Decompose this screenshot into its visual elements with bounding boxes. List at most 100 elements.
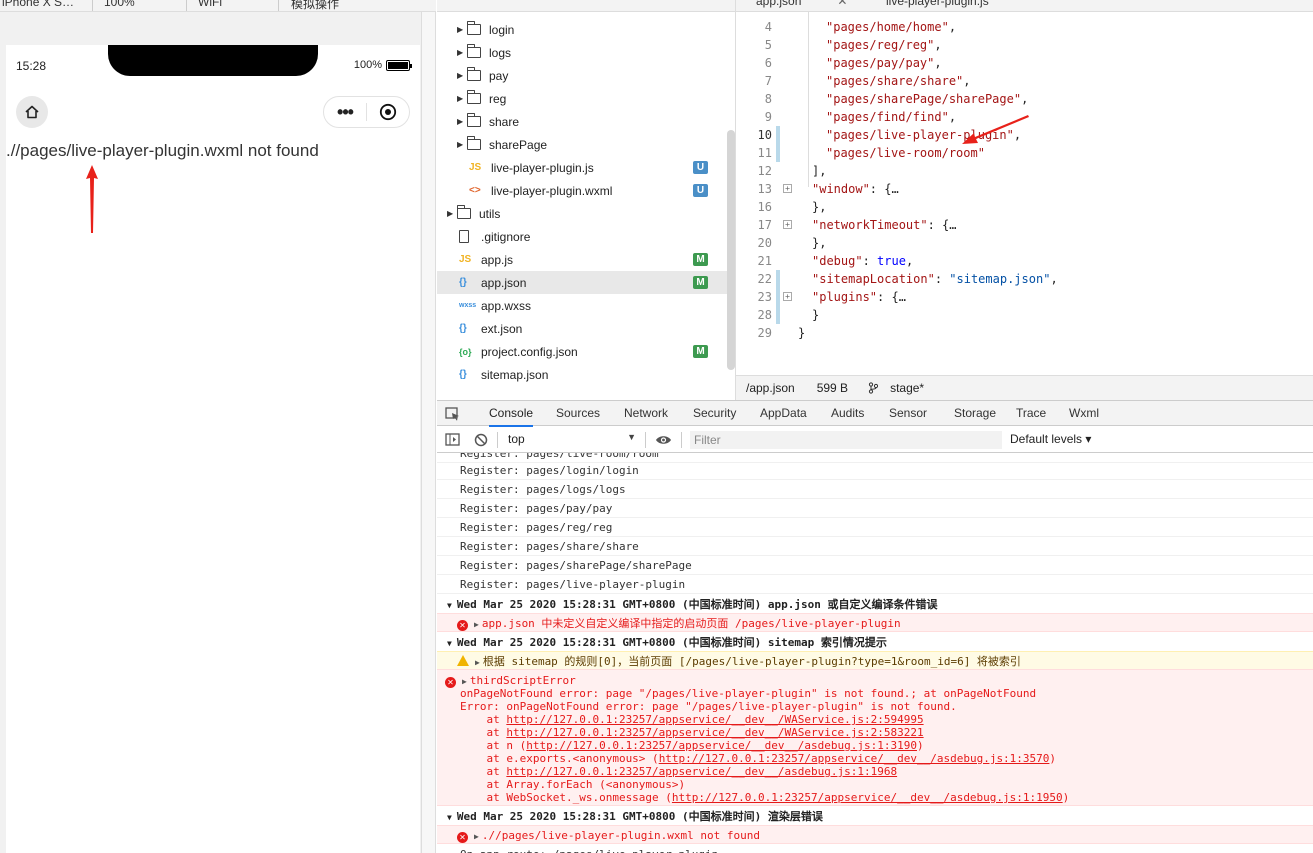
- tree-item-reg[interactable]: ▶ reg: [437, 87, 727, 110]
- console-output[interactable]: Register: pages/live-room/room Register:…: [437, 453, 1313, 853]
- expand-caret-icon[interactable]: ▶: [457, 25, 467, 34]
- tree-item-login[interactable]: ▶ login: [437, 18, 727, 41]
- code-line[interactable]: 23 + "plugins": {…: [736, 288, 1313, 306]
- code-line[interactable]: 5 "pages/reg/reg",: [736, 36, 1313, 54]
- git-status-badge: U: [693, 161, 708, 174]
- context-value: top: [508, 432, 525, 446]
- home-button[interactable]: [16, 96, 48, 128]
- stack-trace-line[interactable]: at http://127.0.0.1:23257/appservice/__d…: [460, 726, 1313, 739]
- wxss-file-icon: wxss: [459, 302, 477, 309]
- expand-caret-icon[interactable]: ▶: [457, 71, 467, 80]
- sidebar-toggle-icon[interactable]: [445, 433, 460, 446]
- close-tab-icon[interactable]: ✕: [837, 0, 847, 8]
- tree-item-project-config-json[interactable]: {o} project.config.json M: [437, 340, 727, 363]
- stack-trace-line[interactable]: at Array.forEach (<anonymous>): [460, 778, 1313, 791]
- device-select[interactable]: iPhone X S…: [2, 0, 74, 9]
- code-editor[interactable]: app.json ✕ live-player-plugin.js 4 "pages/…: [736, 0, 1313, 375]
- console-group-header[interactable]: ▼ Wed Mar 25 2020 15:28:31 GMT+0800 (中国标准…: [437, 807, 1313, 826]
- code-line[interactable]: 17 + "networkTimeout": {…: [736, 216, 1313, 234]
- tab-app-json[interactable]: app.json ✕: [756, 0, 847, 8]
- tab-audits[interactable]: Audits: [831, 401, 864, 427]
- stack-trace-line[interactable]: at http://127.0.0.1:23257/appservice/__d…: [460, 713, 1313, 726]
- code-line[interactable]: 8 "pages/sharePage/sharePage",: [736, 90, 1313, 108]
- close-mini-program-button[interactable]: [367, 103, 409, 121]
- code-line[interactable]: 13 + "window": {…: [736, 180, 1313, 198]
- console-log-line: Register: pages/live-player-plugin: [437, 575, 1313, 594]
- tree-item-label: live-player-plugin.js: [491, 160, 594, 175]
- tab-storage[interactable]: Storage: [954, 401, 996, 427]
- fold-toggle-icon[interactable]: +: [783, 220, 792, 229]
- tab-wxml[interactable]: Wxml: [1069, 401, 1099, 427]
- tree-item-utils[interactable]: ▶ utils: [437, 202, 727, 225]
- log-levels-select[interactable]: Default levels ▾: [1010, 432, 1091, 446]
- tree-item-app-json[interactable]: {} app.json M: [437, 271, 727, 294]
- tree-item-gitignore[interactable]: .gitignore: [437, 225, 727, 248]
- tree-item-sitemap-json[interactable]: {} sitemap.json: [437, 363, 727, 386]
- panel-splitter[interactable]: [421, 12, 436, 853]
- file-explorer-scrollbar[interactable]: [727, 130, 735, 370]
- code-text: "pages/sharePage/sharePage",: [826, 92, 1029, 106]
- tab-live-player-plugin-js[interactable]: live-player-plugin.js: [886, 0, 989, 8]
- tree-item-app-wxss[interactable]: wxss app.wxss: [437, 294, 727, 317]
- console-group-header[interactable]: ▼ Wed Mar 25 2020 15:28:31 GMT+0800 (中国标准…: [437, 633, 1313, 652]
- expand-caret-icon[interactable]: ▶: [457, 117, 467, 126]
- fold-toggle-icon[interactable]: +: [783, 292, 792, 301]
- code-line[interactable]: 22 "sitemapLocation": "sitemap.json",: [736, 270, 1313, 288]
- tab-appdata[interactable]: AppData: [760, 401, 807, 427]
- code-line[interactable]: 21 "debug": true,: [736, 252, 1313, 270]
- tab-security[interactable]: Security: [693, 401, 736, 427]
- tree-item-logs[interactable]: ▶ logs: [437, 41, 727, 64]
- tree-item-share[interactable]: ▶ share: [437, 110, 727, 133]
- console-log-line: On app route: /pages/live-player-plugin: [437, 845, 1313, 853]
- tree-item-label: login: [489, 22, 515, 37]
- phone-screen[interactable]: 15:28 100% ••• .//pages/live-player-plug…: [6, 45, 420, 853]
- tree-item-live-player-plugin-wxml[interactable]: <> live-player-plugin.wxml U: [437, 179, 727, 202]
- tree-item-pay[interactable]: ▶ pay: [437, 64, 727, 87]
- tree-item-sharepage[interactable]: ▶ sharePage: [437, 133, 727, 156]
- expand-caret-icon[interactable]: ▶: [457, 140, 467, 149]
- console-group-header[interactable]: ▼ Wed Mar 25 2020 15:28:31 GMT+0800 (中国标准…: [437, 595, 1313, 614]
- code-line[interactable]: 4 "pages/home/home",: [736, 18, 1313, 36]
- console-error-line[interactable]: ✕ ▶ app.json 中未定义自定义编译中指定的启动页面 /pages/live…: [437, 613, 1313, 632]
- json-file-icon: {}: [459, 369, 467, 380]
- code-line[interactable]: 12],: [736, 162, 1313, 180]
- tab-sources[interactable]: Sources: [556, 401, 600, 427]
- stack-trace-line[interactable]: at WebSocket._ws.onmessage (http://127.0…: [460, 791, 1313, 804]
- console-error-line[interactable]: ✕ ▶ .//pages/live-player-plugin.wxml not f…: [437, 825, 1313, 844]
- code-line[interactable]: 29}: [736, 324, 1313, 342]
- tab-sensor[interactable]: Sensor: [889, 401, 927, 427]
- folder-icon: [467, 113, 481, 127]
- console-warning-line[interactable]: ▶ 根据 sitemap 的规则[0]，当前页面 [/pages/live-pla…: [437, 651, 1313, 670]
- tree-item-label: .gitignore: [481, 229, 531, 244]
- more-button[interactable]: •••: [324, 97, 366, 127]
- tab-trace[interactable]: Trace: [1016, 401, 1046, 427]
- context-select[interactable]: top ▼: [508, 432, 636, 448]
- clear-console-icon[interactable]: [474, 433, 488, 447]
- code-line[interactable]: 20},: [736, 234, 1313, 252]
- code-line[interactable]: 16},: [736, 198, 1313, 216]
- filter-input[interactable]: [690, 431, 1002, 449]
- expand-caret-icon[interactable]: ▶: [447, 209, 457, 218]
- inspect-element-icon[interactable]: [445, 407, 460, 421]
- tab-network[interactable]: Network: [624, 401, 668, 427]
- expand-caret-icon[interactable]: ▶: [457, 48, 467, 57]
- eye-icon[interactable]: [655, 434, 672, 446]
- code-line[interactable]: 28}: [736, 306, 1313, 324]
- code-line[interactable]: 7 "pages/share/share",: [736, 72, 1313, 90]
- expand-caret-icon[interactable]: ▶: [457, 94, 467, 103]
- third-script-error-title[interactable]: ✕ ▶ thirdScriptError: [445, 674, 1313, 688]
- code-text: "pages/home/home",: [826, 20, 957, 34]
- stack-trace-line[interactable]: at e.exports.<anonymous> (http://127.0.0…: [460, 752, 1313, 765]
- zoom-select[interactable]: 100%: [104, 0, 135, 9]
- code-line[interactable]: 6 "pages/pay/pay",: [736, 54, 1313, 72]
- network-select[interactable]: WiFi: [198, 0, 222, 9]
- fold-toggle-icon[interactable]: +: [783, 184, 792, 193]
- stack-trace-line[interactable]: at http://127.0.0.1:23257/appservice/__d…: [460, 765, 1313, 778]
- mode-select[interactable]: 模拟操作: [291, 0, 339, 11]
- stack-trace-line[interactable]: at n (http://127.0.0.1:23257/appservice/…: [460, 739, 1313, 752]
- tree-item-ext-json[interactable]: {} ext.json: [437, 317, 727, 340]
- tree-item-app-js[interactable]: JS app.js M: [437, 248, 727, 271]
- tab-console[interactable]: Console: [489, 401, 534, 427]
- git-branch[interactable]: stage*: [868, 381, 924, 395]
- tree-item-live-player-plugin-js[interactable]: JS live-player-plugin.js U: [437, 156, 727, 179]
